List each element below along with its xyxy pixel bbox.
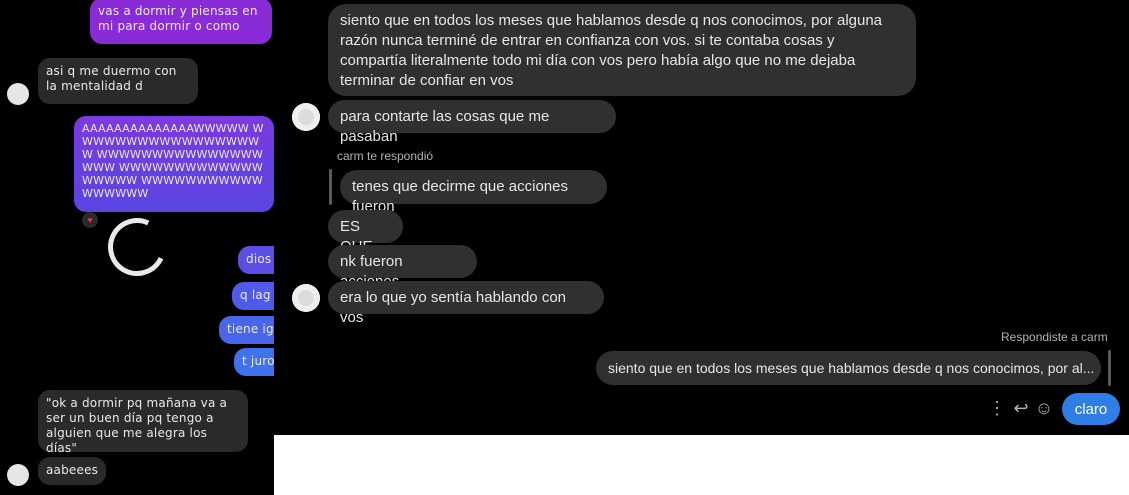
- loading-spinner-icon: [99, 209, 175, 285]
- reply-icon[interactable]: ↩: [1011, 398, 1031, 418]
- embedded-screenshot: vas a dormir y piensas en mi para dormir…: [0, 0, 274, 495]
- left-sent-bubble: AAAAAAAAAAAAAAWWWWW WWWWWWWWWWWWWWWWWW W…: [74, 116, 274, 212]
- left-avatar: [7, 83, 29, 105]
- left-received-bubble: "ok a dormir pq mañana va a ser un buen …: [38, 390, 248, 455]
- received-message[interactable]: era lo que yo sentía hablando con vos: [328, 281, 604, 326]
- reply-quote-bar: [1108, 350, 1111, 386]
- chat-thread: siento que en todos los meses que hablam…: [274, 0, 1129, 435]
- received-message[interactable]: para contarte las cosas que me pasaban: [328, 100, 616, 145]
- left-sent-bubble: tiene ig: [219, 316, 274, 344]
- contact-avatar[interactable]: [292, 103, 320, 131]
- left-sent-bubble: vas a dormir y piensas en mi para dormir…: [90, 0, 272, 44]
- left-sent-bubble: t juro: [234, 348, 274, 376]
- left-sent-bubble: q lag: [232, 282, 274, 310]
- reply-indicator: carm te respondió: [337, 149, 434, 163]
- heart-reaction-icon: ♥: [82, 212, 98, 228]
- quoted-message[interactable]: siento que en todos los meses que hablam…: [596, 351, 1101, 385]
- sent-message[interactable]: claro: [1062, 393, 1120, 425]
- received-message[interactable]: siento que en todos los meses que hablam…: [328, 4, 916, 96]
- left-sent-bubble: dios: [238, 246, 274, 274]
- more-options-icon[interactable]: ⋮: [988, 398, 1006, 418]
- reply-indicator: Respondiste a carm: [1001, 330, 1108, 344]
- left-received-bubble: aabeees: [38, 457, 106, 485]
- reply-quote-bar: [329, 169, 332, 205]
- react-emoji-icon[interactable]: ☺: [1034, 398, 1054, 418]
- left-received-bubble: asi q me duermo con la mentalidad d: [38, 58, 198, 104]
- quoted-message[interactable]: tenes que decirme que acciones fueron: [340, 170, 607, 215]
- left-avatar: [7, 464, 29, 486]
- contact-avatar[interactable]: [292, 284, 320, 312]
- received-message[interactable]: nk fueron acciones: [328, 245, 477, 290]
- received-message[interactable]: ES QUE: [328, 210, 403, 255]
